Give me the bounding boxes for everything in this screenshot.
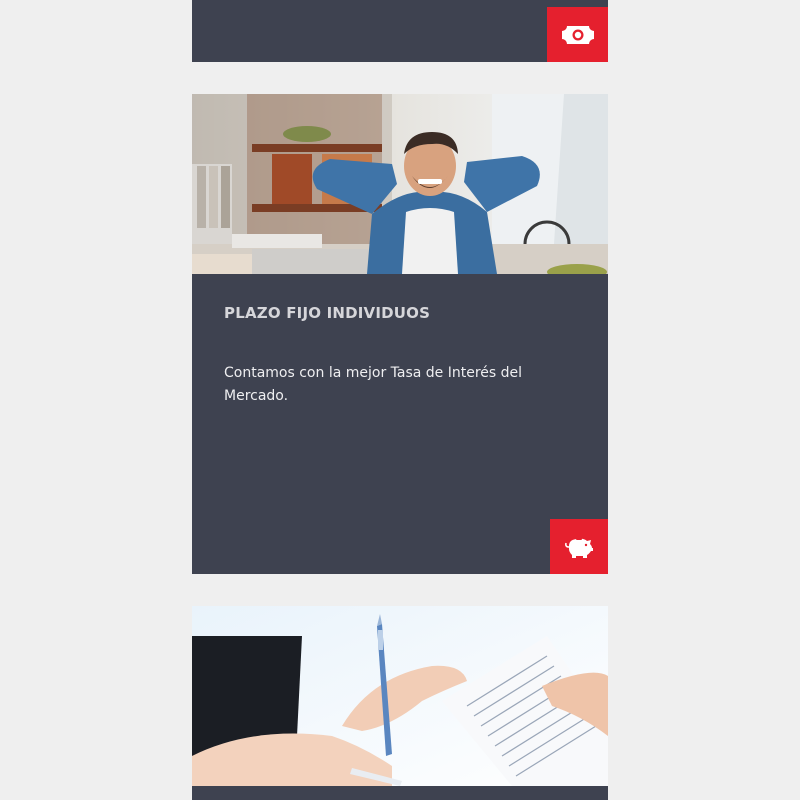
- card-title: PLAZO FIJO INDIVIDUOS: [224, 304, 431, 322]
- banknote-button[interactable]: [547, 7, 608, 62]
- hands-with-pen-and-document-photo: [192, 606, 608, 786]
- piggy-bank-icon: [565, 537, 593, 558]
- piggy-bank-button[interactable]: [550, 519, 608, 574]
- card-previous: [192, 0, 608, 62]
- banknote-icon: [561, 25, 594, 44]
- man-relaxing-at-desk-photo: [192, 94, 608, 274]
- card-plazo-fijo[interactable]: PLAZO FIJO INDIVIDUOS Contamos con la me…: [192, 94, 608, 574]
- card-description: Contamos con la mejor Tasa de Interés de…: [224, 365, 523, 404]
- card-next: [192, 606, 608, 800]
